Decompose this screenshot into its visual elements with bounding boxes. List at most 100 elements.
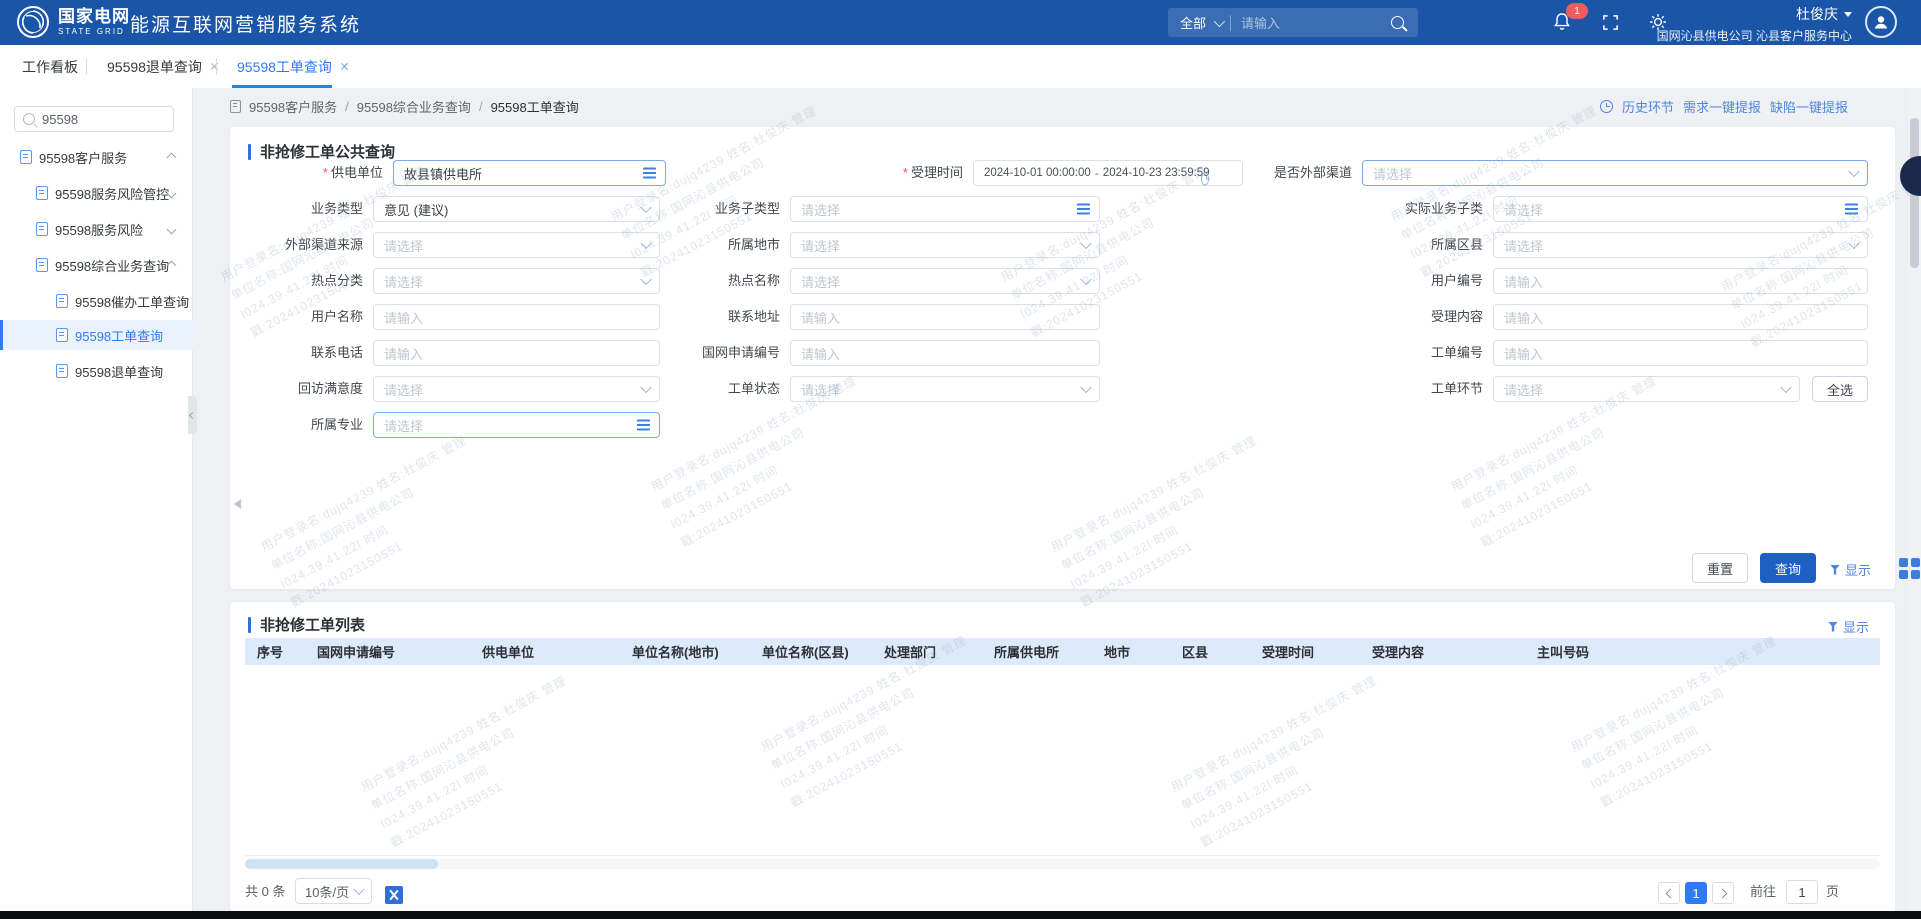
sidebar-item-order-query[interactable]: 95598工单查询 bbox=[0, 320, 193, 350]
prev-page-button[interactable] bbox=[1658, 882, 1680, 904]
form-row: 用户名称 请输入 联系地址 请输入 受理内容 请输入 bbox=[230, 304, 1895, 330]
order-step-select[interactable]: 请选择 bbox=[1493, 376, 1800, 402]
user-menu[interactable]: 杜俊庆 国网沁县供电公司 沁县客户服务中心 bbox=[1657, 4, 1852, 44]
placeholder: 请选择 bbox=[801, 272, 840, 291]
tab-95598-order-query[interactable]: 95598工单查询 bbox=[237, 45, 349, 88]
filter-funnel-icon bbox=[1830, 565, 1840, 575]
brand-en: STATE GRID bbox=[58, 28, 130, 36]
demand-report-link[interactable]: 需求一键提报 bbox=[1683, 97, 1761, 116]
list-picker-icon[interactable] bbox=[1845, 204, 1858, 215]
date-separator: - bbox=[1091, 166, 1103, 180]
external-source-select[interactable]: 请选择 bbox=[373, 232, 660, 258]
sidebar-item-comprehensive-query[interactable]: 95598综合业务查询 bbox=[0, 250, 193, 280]
hotspot-name-select[interactable]: 请选择 bbox=[790, 268, 1100, 294]
search-icon[interactable] bbox=[1391, 16, 1404, 29]
global-search-input[interactable]: 请输入 bbox=[1231, 13, 1391, 32]
placeholder: 请输入 bbox=[384, 308, 423, 327]
goto-page-input[interactable]: 1 bbox=[1786, 880, 1818, 904]
city-select[interactable]: 请选择 bbox=[790, 232, 1100, 258]
customer-name-input[interactable]: 请输入 bbox=[373, 304, 660, 330]
sidebar-item-refund-query[interactable]: 95598退单查询 bbox=[0, 356, 193, 386]
placeholder: 请选择 bbox=[1504, 200, 1543, 219]
avatar[interactable] bbox=[1865, 6, 1897, 38]
list-picker-icon[interactable] bbox=[643, 168, 656, 179]
reset-button[interactable]: 重置 bbox=[1692, 553, 1748, 583]
collapse-panel-arrow[interactable] bbox=[234, 499, 241, 509]
list-picker-icon[interactable] bbox=[1077, 204, 1090, 215]
order-status-label: 工单状态 bbox=[647, 376, 780, 402]
sidebar-collapse-handle[interactable] bbox=[188, 396, 197, 434]
accept-time-range-field[interactable]: 2024-10-01 00:00:00 - 2024-10-23 23:59:5… bbox=[973, 160, 1243, 186]
sidebar-item-urge-order-query[interactable]: 95598催办工单查询 bbox=[0, 286, 193, 316]
actual-biz-subtype-label: 实际业务子类 bbox=[1350, 196, 1483, 222]
biz-type-select[interactable]: 意见 (建议) bbox=[373, 196, 660, 222]
chevron-down-icon bbox=[1780, 382, 1791, 393]
export-excel-icon[interactable] bbox=[385, 886, 403, 904]
tab-95598-refund-query[interactable]: 95598退单查询 bbox=[107, 45, 219, 88]
accept-content-input[interactable]: 请输入 bbox=[1493, 304, 1868, 330]
placeholder: 请输入 bbox=[801, 308, 840, 327]
breadcrumb: 95598客户服务 / 95598综合业务查询 / 95598工单查询 bbox=[230, 97, 579, 116]
document-icon bbox=[56, 328, 68, 342]
form-row: 外部渠道来源 请选择 所属地市 请选择 所属区县 请选择 bbox=[230, 232, 1895, 258]
query-button[interactable]: 查询 bbox=[1760, 553, 1816, 583]
order-no-input[interactable]: 请输入 bbox=[1493, 340, 1868, 366]
actual-biz-subtype-select[interactable]: 请选择 bbox=[1493, 196, 1868, 222]
county-select[interactable]: 请选择 bbox=[1493, 232, 1868, 258]
clock-icon bbox=[1201, 172, 1209, 185]
contact-phone-input[interactable]: 请输入 bbox=[373, 340, 660, 366]
fullscreen-icon[interactable] bbox=[1602, 14, 1619, 36]
external-channel-select[interactable]: 请选择 bbox=[1362, 160, 1868, 186]
current-page-button[interactable]: 1 bbox=[1685, 882, 1707, 904]
tab-bar: 工作看板 95598退单查询 95598工单查询 bbox=[0, 45, 1921, 88]
search-scope-select[interactable]: 全部 bbox=[1168, 13, 1230, 32]
placeholder: 请输入 bbox=[384, 344, 423, 363]
close-icon[interactable] bbox=[210, 62, 219, 71]
tab-divider bbox=[216, 58, 217, 75]
sidebar-item-service-risk[interactable]: 95598服务风险 bbox=[0, 214, 193, 244]
chevron-down-icon bbox=[1848, 238, 1859, 249]
order-status-select[interactable]: 请选择 bbox=[790, 376, 1100, 402]
document-icon bbox=[36, 186, 48, 200]
horizontal-scrollbar-thumb[interactable] bbox=[245, 859, 438, 869]
hotspot-category-select[interactable]: 请选择 bbox=[373, 268, 660, 294]
tab-dashboard[interactable]: 工作看板 bbox=[22, 45, 78, 88]
breadcrumb-item[interactable]: 95598综合业务查询 bbox=[357, 97, 471, 116]
page-size-select[interactable]: 10条/页 bbox=[295, 878, 372, 904]
app-title: 能源互联网营销服务系统 bbox=[130, 10, 361, 37]
customer-no-input[interactable]: 请输入 bbox=[1493, 268, 1868, 294]
goto-label: 前往 bbox=[1750, 876, 1776, 904]
breadcrumb-current: 95598工单查询 bbox=[491, 97, 579, 116]
supply-unit-field[interactable]: 故县镇供电所 bbox=[393, 160, 666, 186]
contact-address-input[interactable]: 请输入 bbox=[790, 304, 1100, 330]
callback-satisfaction-label: 回访满意度 bbox=[230, 376, 363, 402]
widget-grid-icon[interactable] bbox=[1899, 558, 1920, 579]
display-label: 显示 bbox=[1845, 560, 1871, 579]
display-columns-link[interactable]: 显示 bbox=[1830, 560, 1871, 579]
sgcc-apply-no-input[interactable]: 请输入 bbox=[790, 340, 1100, 366]
list-display-columns-link[interactable]: 显示 bbox=[1828, 617, 1869, 636]
biz-subtype-select[interactable]: 请选择 bbox=[790, 196, 1100, 222]
history-step-link[interactable]: 历史环节 bbox=[1622, 97, 1674, 116]
tab-label: 工作看板 bbox=[22, 57, 78, 77]
list-picker-icon[interactable] bbox=[637, 420, 650, 431]
profession-select[interactable]: 请选择 bbox=[373, 412, 660, 438]
sidebar-search-input[interactable]: 95598 bbox=[14, 106, 174, 132]
next-page-button[interactable] bbox=[1712, 882, 1734, 904]
breadcrumb-item[interactable]: 95598客户服务 bbox=[249, 97, 337, 116]
state-grid-emblem-icon bbox=[16, 5, 50, 39]
contact-address-label: 联系地址 bbox=[647, 304, 780, 330]
callback-satisfaction-select[interactable]: 请选择 bbox=[373, 376, 660, 402]
external-source-label: 外部渠道来源 bbox=[230, 232, 363, 258]
sidebar-item-service-risk-control[interactable]: 95598服务风险管控 bbox=[0, 178, 193, 208]
chevron-down-icon bbox=[353, 884, 364, 895]
chevron-down-icon bbox=[1080, 238, 1091, 249]
defect-report-link[interactable]: 缺陷一键提报 bbox=[1770, 97, 1848, 116]
select-all-button[interactable]: 全选 bbox=[1812, 376, 1868, 402]
sidebar-item-customer-service[interactable]: 95598客户服务 bbox=[0, 142, 193, 172]
close-icon[interactable] bbox=[340, 62, 349, 71]
document-icon bbox=[56, 294, 68, 308]
user-name: 杜俊庆 bbox=[1796, 4, 1838, 24]
placeholder: 请选择 bbox=[384, 236, 423, 255]
placeholder: 请选择 bbox=[384, 380, 423, 399]
